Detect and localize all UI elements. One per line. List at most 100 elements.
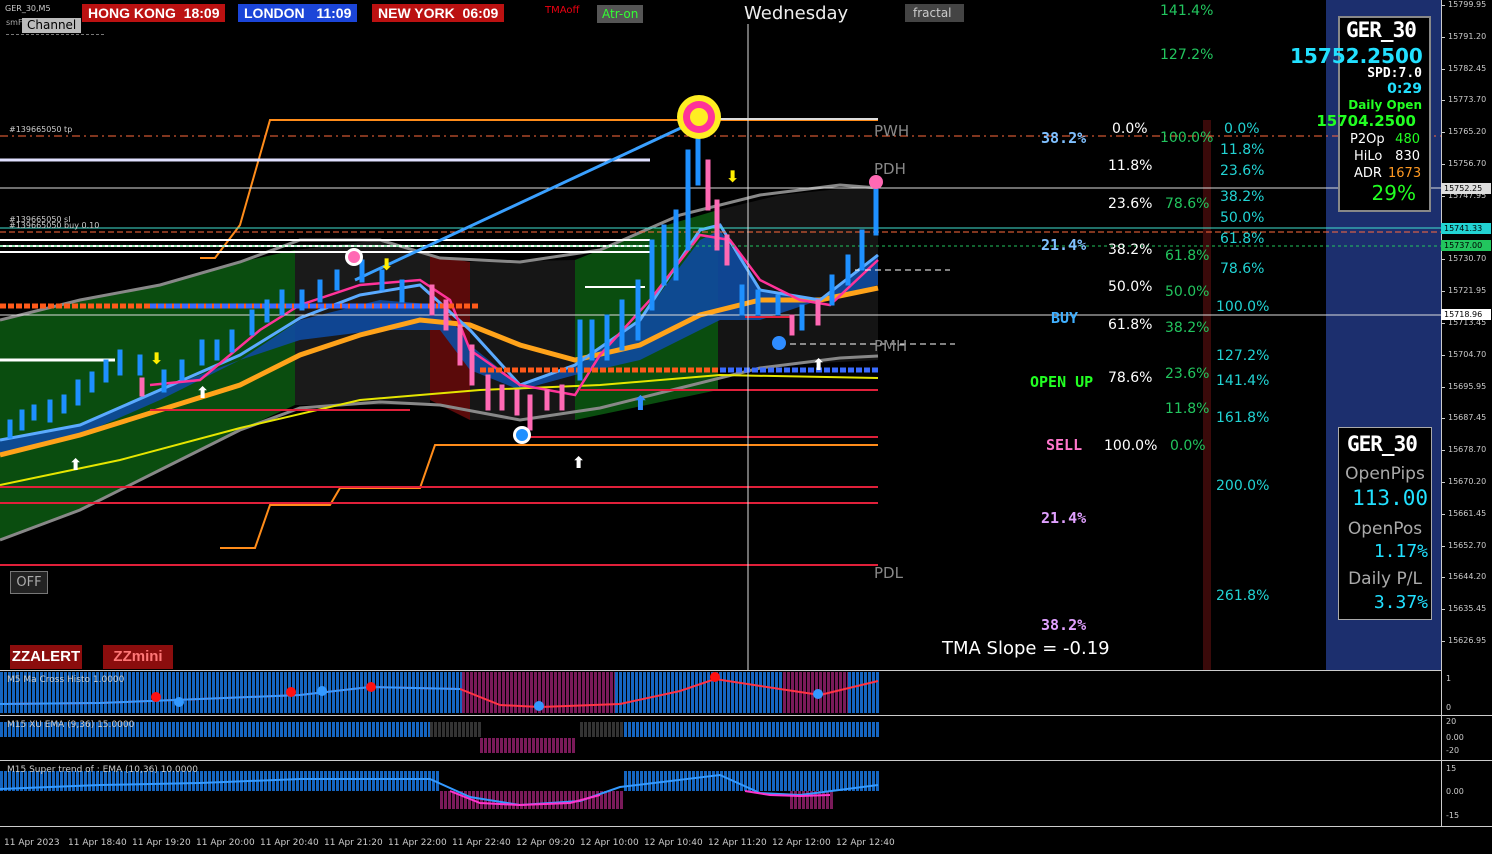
supertrend-axis-mid: 0.00: [1446, 787, 1464, 796]
open-pips-label: OpenPips: [1345, 464, 1425, 484]
time-axis-label: 11 Apr 19:20: [132, 838, 191, 848]
price-axis-label: 15687.45: [1448, 413, 1487, 423]
fractal-toggle[interactable]: fractal: [905, 4, 964, 22]
supertrend-histogram[interactable]: [0, 761, 1441, 826]
buy-label: BUY: [1051, 309, 1079, 327]
time-axis-label: 12 Apr 12:00: [772, 838, 831, 848]
time-axis-label: 12 Apr 11:20: [708, 838, 767, 848]
fib-green-level: 23.6%: [1165, 366, 1210, 382]
sell-label: SELL: [1046, 436, 1083, 454]
ma-cross-axis-top: 1: [1446, 674, 1452, 683]
price-axis-label: 15791.20: [1448, 31, 1487, 41]
info-p2op-value: 480: [1395, 132, 1420, 147]
supertrend-axis-top: 15: [1446, 764, 1457, 773]
info-hilo-value: 830: [1395, 149, 1420, 164]
info-percent: 29%: [1371, 181, 1416, 205]
supertrend-label: M15 Super trend of : EMA (10,36) 10.0000: [7, 765, 198, 775]
price-axis-label: 15782.45: [1448, 63, 1487, 73]
pdh-label: PDH: [874, 160, 906, 178]
time-axis-label: 12 Apr 10:40: [644, 838, 703, 848]
price-axis-label: 15765.20: [1448, 127, 1487, 137]
fib-cyan-level: 23.6%: [1220, 163, 1265, 179]
channel-button[interactable]: Channel: [22, 18, 82, 33]
tma-toggle[interactable]: TMAoff: [540, 4, 584, 18]
time-axis-label: 12 Apr 10:00: [580, 838, 639, 848]
time-axis-label: 11 Apr 22:00: [388, 838, 447, 848]
xu-ema-axis-top: 20: [1446, 717, 1457, 726]
info-daily-open-value: 15704.2500: [1316, 112, 1416, 130]
clock-hongkong: HONG KONG 18:09: [82, 4, 226, 22]
fib-cyan-level: 100.0%: [1216, 299, 1270, 315]
day-label: Wednesday: [744, 3, 849, 24]
fib-cyan-level: 200.0%: [1216, 478, 1270, 494]
fib-cyan-level: 0.0%: [1224, 121, 1260, 137]
fib-green-level: 127.2%: [1160, 47, 1214, 63]
supertrend-axis-bottom: -15: [1446, 811, 1460, 820]
fib-white-level: 100.0%: [1104, 438, 1158, 454]
fib-cyan-level: 261.8%: [1216, 588, 1270, 604]
price-axis-label: 15626.95: [1448, 636, 1487, 645]
fib-green-level: 50.0%: [1165, 284, 1210, 300]
clock-london: LONDON 11:09: [238, 4, 358, 22]
time-axis-label: 11 Apr 18:40: [68, 838, 127, 848]
info-daily-open-label: Daily Open: [1348, 98, 1422, 112]
target-marker: [677, 95, 721, 139]
pct-214-low: 21.4%: [1041, 509, 1087, 527]
atr-toggle[interactable]: Atr-on: [597, 5, 644, 23]
fib-green-level: 78.6%: [1165, 196, 1210, 212]
fib-cyan-level: 11.8%: [1220, 142, 1265, 158]
price-axis-label: 15721.95: [1448, 286, 1487, 296]
price-axis-label: 15661.45: [1448, 508, 1487, 518]
price-axis-label: 15635.45: [1448, 604, 1487, 614]
fib-white-level: 11.8%: [1108, 158, 1153, 174]
pmh-label: PMH: [874, 337, 908, 355]
info-price: 15752.2500: [1290, 44, 1423, 68]
fib-white-level: 78.6%: [1108, 370, 1153, 386]
fib-cyan-level: 61.8%: [1220, 231, 1265, 247]
price-tag-c: 15718.96: [1441, 309, 1491, 320]
zzmini-button[interactable]: ZZmini: [103, 645, 173, 669]
pwh-label: PWH: [874, 122, 910, 140]
xu-ema-axis-bottom: -20: [1446, 746, 1460, 755]
price-axis-label: 15678.70: [1448, 445, 1487, 455]
ma-cross-axis-bottom: 0: [1446, 703, 1452, 712]
fib-cyan-level: 127.2%: [1216, 348, 1270, 364]
svg-text:⬆: ⬆: [632, 391, 649, 415]
time-axis-label: 11 Apr 20:40: [260, 838, 319, 848]
time-axis-label: 11 Apr 21:20: [324, 838, 383, 848]
fib-green-level: 100.0%: [1160, 130, 1214, 146]
price-tag-b: 15737.00: [1441, 240, 1491, 251]
info-p2op-label: P2Op: [1350, 132, 1385, 147]
info-hilo-label: HiLo: [1354, 149, 1383, 164]
fib-green-level: 141.4%: [1160, 3, 1214, 19]
info-timer: 0:29: [1387, 81, 1422, 97]
xu-ema-axis-mid: 0.00: [1446, 733, 1464, 742]
fib-green-level: 38.2%: [1165, 320, 1210, 336]
fib-cyan-level: 78.6%: [1220, 261, 1265, 277]
open-pos-value: 1.17%: [1373, 541, 1428, 562]
price-axis-label: 15644.20: [1448, 572, 1487, 582]
order-buy-label: #139665050 buy 0.10: [9, 221, 100, 230]
zzalert-button[interactable]: ZZALERT: [10, 645, 82, 669]
ma-cross-histogram[interactable]: [0, 671, 1441, 715]
fib-cyan-level: 161.8%: [1216, 410, 1270, 426]
fib-cyan-level: 38.2%: [1220, 189, 1265, 205]
price-axis-label: 15756.70: [1448, 159, 1487, 168]
price-axis-label: 15670.20: [1448, 477, 1487, 486]
main-chart[interactable]: ⬆ ⬆ ⬆ ⬆ ⬆ ⬇ ⬇ ⬇: [0, 0, 1441, 670]
pct-214-top: 21.4%: [1041, 236, 1087, 254]
xu-ema-histogram[interactable]: [0, 716, 1441, 760]
xu-ema-label: M15 XU EMA (9,36) 15.0000: [7, 720, 135, 730]
price-tag-current: 15752.25: [1441, 183, 1491, 194]
time-axis-label: 12 Apr 12:40: [836, 838, 895, 848]
svg-text:⬆: ⬆: [69, 455, 82, 474]
fib-white-level: 23.6%: [1108, 196, 1153, 212]
off-button[interactable]: OFF: [10, 571, 48, 594]
tma-slope-label: TMA Slope = -0.19: [942, 638, 1110, 659]
svg-text:⬆: ⬆: [196, 383, 209, 402]
open-up-label: OPEN UP: [1030, 373, 1094, 391]
fib-green-level: 61.8%: [1165, 248, 1210, 264]
time-axis-label: 11 Apr 22:40: [452, 838, 511, 848]
open-pos-label: OpenPos: [1347, 519, 1423, 539]
pct-382-low: 38.2%: [1041, 616, 1087, 634]
